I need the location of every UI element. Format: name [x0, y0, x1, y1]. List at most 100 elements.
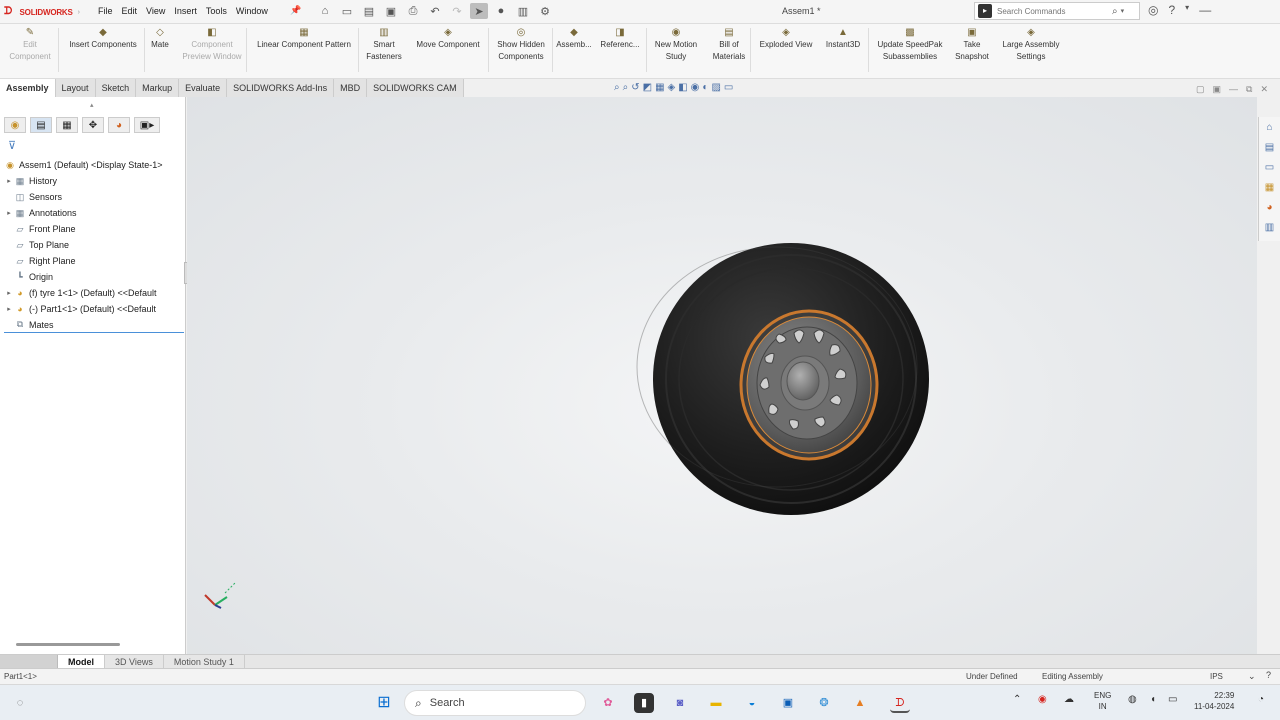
pin-icon[interactable]: 📌 [290, 5, 301, 16]
tray-app-icon[interactable]: ◉ [1038, 694, 1047, 705]
zoom-to-fit-icon[interactable]: ⌕ [614, 82, 620, 93]
tab-solidworks-cam[interactable]: SOLIDWORKS CAM [367, 79, 464, 97]
tab-sketch[interactable]: Sketch [95, 79, 137, 97]
solidworks-taskbar-icon[interactable]: ᗪ [890, 693, 910, 713]
help-dropdown-icon[interactable]: ▾ [1185, 3, 1189, 17]
battery-icon[interactable]: ▭ [1168, 694, 1177, 705]
status-units[interactable]: IPS [1210, 672, 1223, 681]
edge-browser-icon[interactable]: ◒ [742, 693, 762, 713]
previous-view-icon[interactable]: ↺ [631, 82, 639, 93]
view-orientation-icon[interactable]: ◈ [668, 82, 676, 93]
taskbar-search[interactable]: ⌕ Search [404, 690, 586, 716]
dimxpert-tab-icon[interactable]: ✥ [82, 117, 104, 133]
print-icon[interactable]: ⎙ [404, 3, 422, 19]
options-gear-icon[interactable]: ⚙ [536, 3, 554, 19]
tab-solidworks-add-ins[interactable]: SOLIDWORKS Add-Ins [227, 79, 335, 97]
expand-arrow-icon[interactable]: ▸ [4, 305, 14, 313]
search-scope-icon[interactable]: ▸ [978, 4, 992, 18]
tab-layout[interactable]: Layout [55, 79, 96, 97]
section-view-icon[interactable]: ◩ [643, 82, 652, 93]
menu-item-view[interactable]: View [146, 6, 165, 16]
solidworks-logo[interactable]: ᗪ SOLIDWORKS › [4, 5, 80, 19]
wheel-model[interactable] [187, 97, 1257, 655]
status-help-icon[interactable]: ? [1266, 670, 1271, 680]
hide-show-items-icon[interactable]: ◉ [691, 82, 700, 93]
property-manager-tab-icon[interactable]: ▤ [30, 117, 52, 133]
filter-icon[interactable]: ⊽ [8, 139, 16, 152]
solidworks-resources-icon[interactable]: ⌂ [1262, 120, 1278, 136]
minimize-icon[interactable]: — [1199, 3, 1211, 17]
menu-item-tools[interactable]: Tools [206, 6, 227, 16]
home-icon[interactable]: ⌂ [316, 3, 334, 19]
store-icon[interactable]: ▣ [778, 693, 798, 713]
zoom-to-area-icon[interactable]: ⌕ [623, 82, 629, 93]
new-document-icon[interactable]: ▭ [338, 3, 356, 19]
dynamic-annotation-icon[interactable]: ▦ [655, 82, 664, 93]
file-explorer-taskbar-icon[interactable]: ▬ [706, 693, 726, 713]
rebuild-icon[interactable]: ● [492, 3, 510, 19]
menu-item-file[interactable]: File [98, 6, 113, 16]
appearances-icon[interactable]: ◕ [1262, 200, 1278, 216]
tree-item[interactable]: ▱ Top Plane [4, 237, 184, 253]
redo-icon[interactable]: ↷ [448, 3, 466, 19]
tab-evaluate[interactable]: Evaluate [179, 79, 228, 97]
file-properties-icon[interactable]: ▥ [514, 3, 532, 19]
search-dropdown-icon[interactable]: ▾ [1121, 7, 1125, 15]
ribbon-button-15[interactable]: ▣ Take Snapshot [950, 28, 994, 63]
ribbon-button-9[interactable]: ◨ Referenc... [598, 28, 642, 51]
ribbon-button-13[interactable]: ▲ Instant3D [820, 28, 866, 51]
viewport-maximize-icon[interactable]: ⧉ [1246, 84, 1252, 95]
bottom-tab-motion-study-1[interactable]: Motion Study 1 [164, 655, 245, 668]
tree-item[interactable]: ⧉ Mates [4, 317, 184, 333]
viewport-close-icon[interactable]: ✕ [1260, 84, 1268, 95]
panel-horizontal-scrollbar[interactable] [16, 643, 120, 646]
viewport-tile-icon[interactable]: ▣ [1213, 84, 1222, 95]
volume-icon[interactable]: ◖ [1150, 694, 1156, 705]
menu-item-edit[interactable]: Edit [122, 6, 138, 16]
edit-appearance-icon[interactable]: ◐ [702, 82, 708, 93]
ribbon-button-16[interactable]: ◈ Large Assembly Settings [996, 28, 1066, 63]
apply-scene-icon[interactable]: ▨ [711, 82, 720, 93]
language-indicator[interactable]: ENG IN [1094, 690, 1111, 712]
tray-cloud-icon[interactable]: ☁ [1064, 694, 1074, 705]
tab-mbd[interactable]: MBD [334, 79, 368, 97]
help-icon[interactable]: ? [1168, 3, 1175, 17]
select-cursor-icon[interactable]: ➤ [470, 3, 488, 19]
chat-icon[interactable]: ◙ [670, 693, 690, 713]
tab-scroll-arrows[interactable] [0, 655, 58, 668]
design-library-icon[interactable]: ▤ [1262, 140, 1278, 156]
tree-item[interactable]: ▸ ◕ (f) tyre 1<1> (Default) <<Default [4, 285, 184, 301]
file-explorer-icon[interactable]: ▭ [1262, 160, 1278, 176]
ribbon-button-10[interactable]: ◉ New Motion Study [648, 28, 704, 63]
bottom-tab-3d-views[interactable]: 3D Views [105, 655, 164, 668]
panel-grip-icon[interactable]: ▴ [90, 101, 94, 109]
widgets-icon[interactable]: ◌ [10, 693, 30, 713]
copilot-icon[interactable]: ✿ [598, 693, 618, 713]
ribbon-button-12[interactable]: ◈ Exploded View [754, 28, 818, 51]
tree-item[interactable]: ▱ Right Plane [4, 253, 184, 269]
feature-manager-tab-icon[interactable]: ◉ [4, 117, 26, 133]
display-style-icon[interactable]: ◧ [678, 82, 687, 93]
viewport-restore-icon[interactable]: ▢ [1196, 84, 1205, 95]
ribbon-button-4[interactable]: ▦ Linear Component Pattern [248, 28, 360, 51]
search-commands-input[interactable] [997, 6, 1112, 16]
app-icon[interactable]: ❂ [814, 693, 834, 713]
ribbon-button-1[interactable]: ◆ Insert Components [62, 28, 144, 51]
ribbon-button-2[interactable]: ◇ Mate [146, 28, 174, 51]
tree-item[interactable]: ▸ ▦ History [4, 173, 184, 189]
ribbon-button-3[interactable]: ◧ Component Preview Window [180, 28, 244, 63]
expand-arrow-icon[interactable]: ▸ [4, 289, 14, 297]
windows-start-icon[interactable]: ⊞ [374, 693, 394, 713]
expand-arrow-icon[interactable]: ▸ [4, 177, 14, 185]
clock[interactable]: 22:39 11-04-2024 [1194, 690, 1234, 712]
cam-tab-icon[interactable]: ▣▸ [134, 117, 160, 133]
bottom-tab-model[interactable]: Model [58, 655, 105, 668]
ribbon-button-0[interactable]: ✎ Edit Component [2, 28, 58, 63]
wifi-icon[interactable]: ◍ [1128, 694, 1137, 705]
display-manager-tab-icon[interactable]: ◕ [108, 117, 130, 133]
tree-item[interactable]: ┗ Origin [4, 269, 184, 285]
tab-assembly[interactable]: Assembly [0, 79, 56, 97]
ribbon-button-8[interactable]: ◆ Assemb... [554, 28, 594, 51]
custom-properties-icon[interactable]: ▥ [1262, 220, 1278, 236]
search-icon[interactable]: ⌕ [1112, 6, 1118, 17]
